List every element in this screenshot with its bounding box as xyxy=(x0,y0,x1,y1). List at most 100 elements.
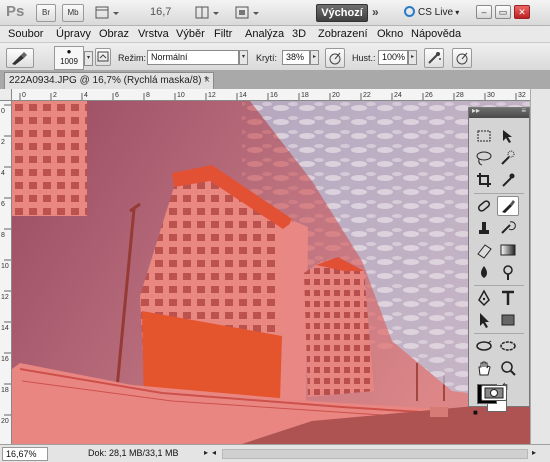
status-menu-arrow[interactable]: ▸ xyxy=(204,448,208,457)
ruler-top-label: 16 xyxy=(270,92,278,99)
photoshop-logo: Ps xyxy=(6,3,25,20)
mini-bridge-button[interactable]: Mb xyxy=(62,4,84,22)
view-extras-button[interactable] xyxy=(92,4,122,22)
move-tool[interactable] xyxy=(497,126,519,146)
history-brush-tool[interactable] xyxy=(497,218,519,238)
menu-filtr[interactable]: Filtr xyxy=(214,28,232,40)
horizontal-ruler[interactable]: 0 2 4 6 8 10 12 14 16 18 20 22 24 26 28 … xyxy=(12,89,542,101)
history-brush-icon xyxy=(501,221,516,234)
ruler-top-label: 24 xyxy=(394,92,402,99)
dodge-tool[interactable] xyxy=(497,262,519,282)
healing-brush-icon xyxy=(477,200,491,212)
blur-tool[interactable] xyxy=(473,262,495,282)
blend-mode-select[interactable]: Normální xyxy=(147,50,239,65)
brush-panel-toggle[interactable] xyxy=(95,48,111,66)
quick-selection-tool[interactable] xyxy=(497,148,519,168)
pen-icon xyxy=(478,289,490,307)
view-extras-icon xyxy=(95,6,119,19)
ruler-origin[interactable] xyxy=(0,89,12,101)
3d-orbit-tool[interactable] xyxy=(497,336,519,356)
type-tool[interactable] xyxy=(497,288,519,308)
opacity-slider-button[interactable]: ▸ xyxy=(310,50,319,65)
document-tab[interactable]: 222A0934.JPG @ 16,7% (Rychlá maska/8) * … xyxy=(4,72,214,89)
menu-okno[interactable]: Okno xyxy=(377,28,403,40)
brush-preset-picker[interactable]: ● 1009 xyxy=(54,46,84,70)
crop-tool[interactable] xyxy=(473,170,495,190)
brush-preset-dropdown[interactable]: ▾ xyxy=(84,51,93,66)
quick-selection-icon xyxy=(501,150,515,165)
zoom-field[interactable]: 16,67% xyxy=(2,447,48,461)
menu-vrstva[interactable]: Vrstva xyxy=(138,28,169,40)
eyedropper-tool[interactable] xyxy=(497,170,519,190)
zoom-level[interactable]: 16,7 xyxy=(150,6,171,24)
ruler-left-label: 2 xyxy=(1,139,5,146)
marquee-tool[interactable] xyxy=(473,126,495,146)
tablet-opacity-toggle[interactable] xyxy=(325,48,345,68)
airbrush-toggle[interactable] xyxy=(424,48,444,68)
opacity-input[interactable]: 38% xyxy=(282,50,310,65)
vertical-ruler[interactable]: 0 2 4 6 8 10 12 14 16 18 20 xyxy=(0,101,12,444)
zoom-icon xyxy=(501,361,516,376)
eraser-tool[interactable] xyxy=(473,240,495,260)
tools-separator xyxy=(474,193,524,194)
path-selection-tool[interactable] xyxy=(473,310,495,330)
more-workspaces-button[interactable]: » xyxy=(372,5,379,23)
ruler-top-label: 14 xyxy=(239,92,247,99)
menu-napoveda[interactable]: Nápověda xyxy=(411,28,461,40)
menu-analyza[interactable]: Analýza xyxy=(245,28,284,40)
bridge-button[interactable]: Br xyxy=(36,4,56,22)
menu-3d[interactable]: 3D xyxy=(292,28,306,40)
gradient-icon xyxy=(500,244,516,256)
zoom-tool[interactable] xyxy=(497,358,519,378)
marquee-icon xyxy=(477,130,491,142)
scroll-left-arrow[interactable]: ◂ xyxy=(212,448,216,457)
restore-button[interactable]: ▭ xyxy=(495,5,511,19)
scroll-right-arrow[interactable]: ▸ xyxy=(532,448,536,457)
ruler-top-label: 6 xyxy=(115,92,119,99)
flow-slider-button[interactable]: ▸ xyxy=(408,50,417,65)
menu-obraz[interactable]: Obraz xyxy=(99,28,129,40)
document-canvas[interactable] xyxy=(12,101,530,444)
brush-tool[interactable] xyxy=(497,196,519,216)
ruler-top-label: 30 xyxy=(487,92,495,99)
lasso-tool[interactable] xyxy=(473,148,495,168)
shape-tool[interactable] xyxy=(497,310,519,330)
tool-preset-picker[interactable] xyxy=(6,48,34,68)
menu-zobrazeni[interactable]: Zobrazení xyxy=(318,28,368,40)
dodge-icon xyxy=(503,265,513,280)
screen-mode-button[interactable] xyxy=(232,4,262,22)
gradient-tool[interactable] xyxy=(497,240,519,260)
flow-input[interactable]: 100% xyxy=(378,50,408,65)
minimize-button[interactable]: – xyxy=(476,5,492,19)
tools-panel: ▸▸ ≡ ■ xyxy=(468,106,530,417)
clone-stamp-tool[interactable] xyxy=(473,218,495,238)
tablet-size-toggle[interactable] xyxy=(452,48,472,68)
default-colors-icon[interactable]: ■ xyxy=(473,408,478,417)
cs-live-button[interactable]: CS Live ▾ xyxy=(404,6,459,24)
quick-mask-button[interactable] xyxy=(481,385,507,401)
ruler-top-label: 18 xyxy=(301,92,309,99)
ruler-top-label: 20 xyxy=(332,92,340,99)
tools-panel-header[interactable]: ▸▸ ≡ xyxy=(469,106,529,118)
menu-soubor[interactable]: Soubor xyxy=(8,28,43,40)
tools-separator xyxy=(474,333,524,334)
collapse-panel-icon[interactable]: ▸▸ xyxy=(472,106,480,115)
ruler-left-label: 18 xyxy=(1,387,9,394)
blend-mode-dropdown[interactable]: ▾ xyxy=(239,50,248,65)
close-button[interactable]: ✕ xyxy=(514,5,530,19)
spot-healing-tool[interactable] xyxy=(473,196,495,216)
close-tab-icon[interactable]: × xyxy=(204,73,210,88)
vertical-scrollbar[interactable] xyxy=(530,89,550,444)
workspace-button[interactable]: Výchozí xyxy=(316,4,368,22)
ruler-top-label: 28 xyxy=(456,92,464,99)
hand-tool[interactable] xyxy=(473,358,495,378)
horizontal-scrollbar[interactable] xyxy=(222,449,528,459)
menu-upravy[interactable]: Úpravy xyxy=(56,28,91,40)
arrange-documents-button[interactable] xyxy=(192,4,222,22)
3d-rotate-tool[interactable] xyxy=(473,336,495,356)
ruler-left-label: 6 xyxy=(1,201,5,208)
panel-menu-icon[interactable]: ≡ xyxy=(521,106,526,115)
pen-tool[interactable] xyxy=(473,288,495,308)
menu-vyber[interactable]: Výběr xyxy=(176,28,205,40)
document-size: Dok: 28,1 MB/33,1 MB xyxy=(88,448,179,458)
